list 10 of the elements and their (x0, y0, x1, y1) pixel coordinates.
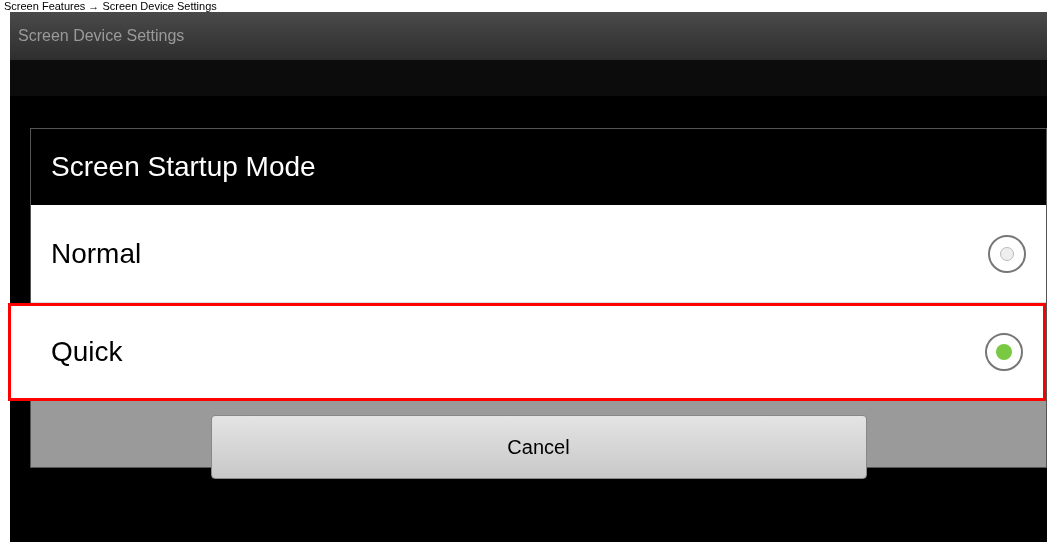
caption-text: Screen Features → Screen Device Settings (4, 0, 217, 12)
window-title: Screen Device Settings (18, 26, 185, 46)
dialog-title: Screen Startup Mode (51, 150, 316, 184)
radio-button[interactable] (988, 234, 1026, 273)
option-label: Quick (51, 335, 123, 369)
option-row[interactable]: Normal (31, 205, 1046, 303)
option-row[interactable]: Quick (8, 303, 1046, 401)
radio-button[interactable] (985, 333, 1023, 371)
cancel-button[interactable]: Cancel (210, 415, 867, 479)
option-label: Normal (51, 236, 142, 271)
